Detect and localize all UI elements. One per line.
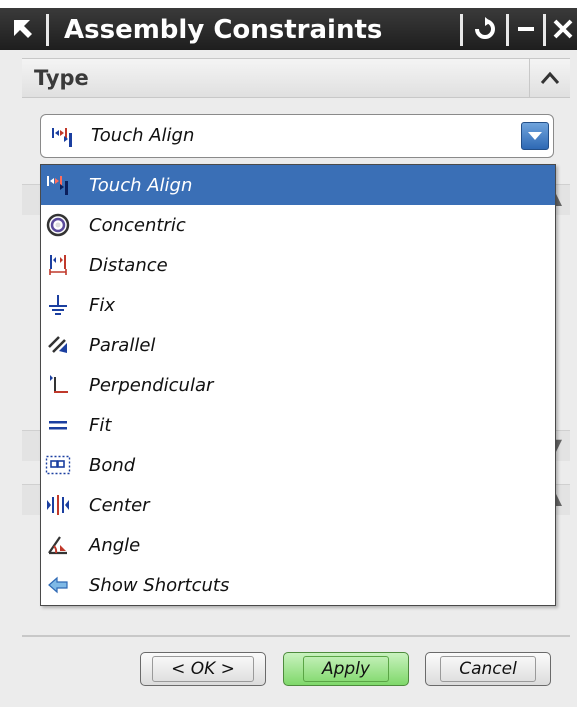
option-label: Center	[89, 494, 150, 516]
option-parallel[interactable]: Parallel	[41, 325, 555, 365]
touch-align-icon	[49, 125, 75, 149]
distance-icon	[45, 253, 71, 277]
perpendicular-icon	[45, 373, 71, 397]
option-fix[interactable]: Fix	[41, 285, 555, 325]
concentric-icon	[45, 213, 71, 237]
type-select-value: Touch Align	[91, 125, 195, 146]
apply-button-label: Apply	[303, 656, 389, 682]
option-label: Bond	[89, 454, 136, 476]
type-label: Type	[34, 66, 89, 90]
close-icon[interactable]	[548, 8, 577, 50]
option-label: Touch Align	[89, 174, 193, 196]
title-bar[interactable]: Assembly Constraints	[0, 0, 577, 50]
fit-icon	[45, 413, 71, 437]
bond-icon	[45, 453, 71, 477]
touch-align-icon	[45, 173, 71, 197]
option-center[interactable]: Center	[41, 485, 555, 525]
option-label: Angle	[89, 534, 141, 556]
center-icon	[45, 493, 71, 517]
minimize-icon[interactable]	[510, 8, 542, 50]
option-show-shortcuts[interactable]: Show Shortcuts	[41, 565, 555, 605]
dropdown-arrow-icon[interactable]	[521, 122, 549, 150]
cancel-button[interactable]: Cancel	[425, 652, 551, 686]
option-label: Show Shortcuts	[89, 574, 230, 596]
cancel-button-label: Cancel	[440, 656, 536, 682]
option-label: Fit	[89, 414, 112, 436]
option-label: Perpendicular	[89, 374, 214, 396]
apply-button[interactable]: Apply	[283, 652, 409, 686]
fix-icon	[45, 293, 71, 317]
show-shortcuts-icon	[45, 573, 71, 597]
option-perpendicular[interactable]: Perpendicular	[41, 365, 555, 405]
option-angle[interactable]: Angle	[41, 525, 555, 565]
option-touch-align[interactable]: Touch Align	[41, 165, 555, 205]
option-bond[interactable]: Bond	[41, 445, 555, 485]
option-distance[interactable]: Distance	[41, 245, 555, 285]
type-dropdown-list: Touch Align Concentric Distance Fix Para…	[40, 164, 556, 606]
option-fit[interactable]: Fit	[41, 405, 555, 445]
option-label: Distance	[89, 254, 168, 276]
ok-button-label: < OK >	[152, 656, 254, 682]
option-concentric[interactable]: Concentric	[41, 205, 555, 245]
collapse-chevron-icon[interactable]	[529, 59, 570, 97]
footer-divider	[22, 635, 570, 637]
ok-button[interactable]: < OK >	[140, 652, 266, 686]
parallel-icon	[45, 333, 71, 357]
option-label: Fix	[89, 294, 116, 316]
type-panel-header[interactable]: Type	[22, 58, 570, 98]
option-label: Parallel	[89, 334, 156, 356]
assembly-constraints-dialog: Assembly Constraints Type ▲ ▼ ▲	[0, 0, 577, 707]
option-label: Concentric	[89, 214, 186, 236]
select-arrow-icon[interactable]	[0, 8, 46, 50]
window-title: Assembly Constraints	[64, 15, 383, 45]
angle-icon	[45, 533, 71, 557]
reset-icon[interactable]	[466, 8, 504, 50]
type-select[interactable]: Touch Align	[40, 114, 554, 158]
